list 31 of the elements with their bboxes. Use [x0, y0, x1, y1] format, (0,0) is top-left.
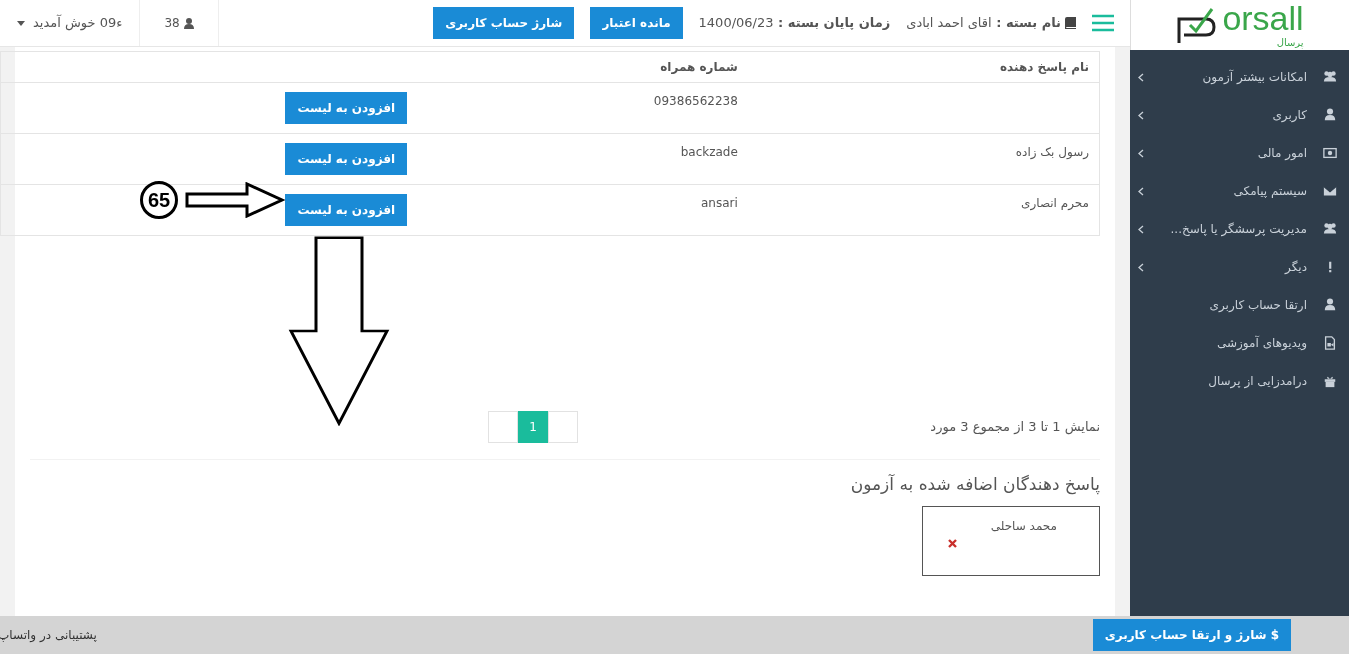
user-menu[interactable]: ء09 خوش آمدید [16, 12, 124, 34]
sidebar-item[interactable]: ارتقا حساب کاربری [1130, 286, 1349, 324]
pagination-info: نمایش 1 تا 3 از مجموع 3 مورد [930, 418, 1100, 437]
table-cell: backzade [680, 145, 738, 159]
table-cell: رسول بک زاده [1015, 145, 1089, 159]
sidebar-item[interactable]: درامدزایی از پرسال [1130, 362, 1349, 400]
add-to-list-button[interactable]: افزودن به لیست [285, 92, 408, 124]
user-count: 38 [164, 15, 180, 32]
sidebar-item[interactable]: دیگر [1130, 248, 1349, 286]
sidebar-item[interactable]: کاربری [1130, 96, 1349, 134]
column-header: نام پاسخ دهنده [747, 51, 1100, 83]
sidebar-item[interactable]: امکانات بیشتر آزمون [1130, 58, 1349, 96]
sidebar-item[interactable]: ویدیوهای آموزشی [1130, 324, 1349, 362]
section-title: پاسخ دهندگان اضافه شده به آزمون [849, 473, 1100, 497]
respondent-name: محمد ساحلی [989, 517, 1058, 535]
annotation-badge: 65 [140, 181, 178, 219]
header-button[interactable]: شارژ حساب کاربری [433, 7, 575, 39]
header-button[interactable]: مانده اعتبار [590, 7, 683, 39]
add-to-list-button[interactable]: افزودن به لیست [285, 143, 408, 175]
table-cell: محرم انصاری [1021, 196, 1089, 210]
sidebar-item[interactable]: امور مالی [1130, 134, 1349, 172]
column-header: شماره همراه [407, 51, 748, 83]
upgrade-button[interactable]: $ شارژ و ارتقا حساب کاربری [1092, 619, 1291, 651]
package-info: نام بسته : اقای احمد ابادی [906, 14, 1061, 33]
sidebar-item[interactable]: سیستم پیامکی [1130, 172, 1349, 210]
table-cell: ansari [701, 196, 738, 210]
table-cell: 09386562238 [653, 94, 738, 108]
logo-text: orsall [1222, 0, 1304, 35]
add-to-list-button[interactable]: افزودن به لیست [285, 194, 408, 226]
logo-subtitle: پرسال [1276, 35, 1304, 50]
sidebar-item[interactable]: مدیریت پرسشگر یا پاسخ... [1130, 210, 1349, 248]
